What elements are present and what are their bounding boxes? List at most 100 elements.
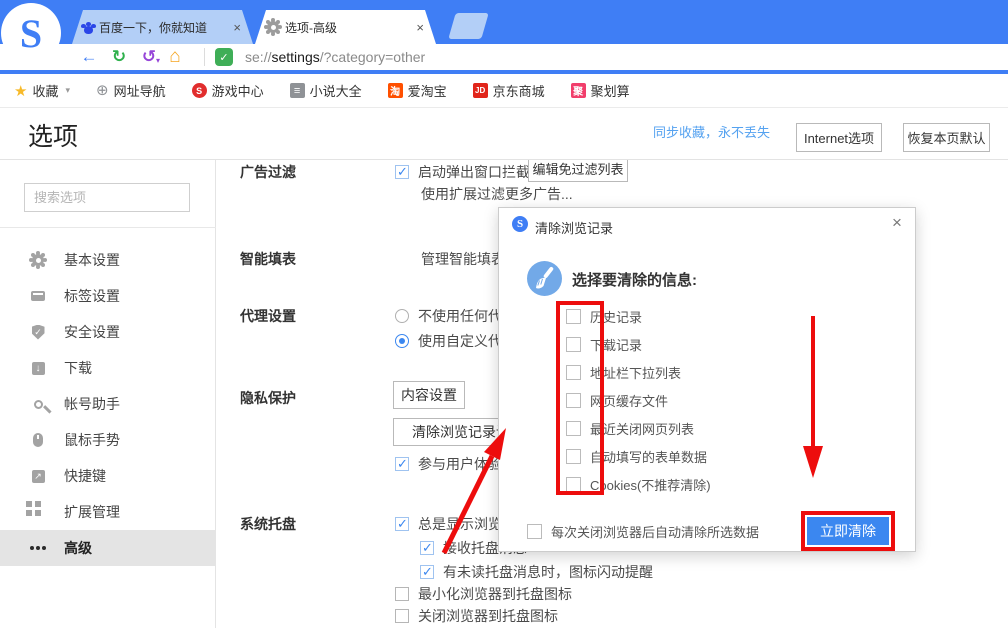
checkbox-auto-clear[interactable] (527, 524, 542, 539)
shield-icon: ✓ (32, 325, 45, 340)
dialog-prompt: 选择要清除的信息: (572, 269, 697, 290)
url-path: /?category=other (320, 49, 425, 65)
checkbox-recent-closed[interactable] (566, 421, 581, 436)
sogou-dialog-icon: S (512, 216, 528, 232)
sync-favorites-link[interactable]: 同步收藏，永不丢失 (653, 122, 770, 141)
section-label-ad-filter: 广告过滤 (240, 162, 296, 182)
checkbox-label: 关闭浏览器到托盘图标 (418, 606, 558, 626)
sidebar-item-shortcuts[interactable]: ↗ 快捷键 (0, 458, 216, 494)
checkbox-label: 网页缓存文件 (590, 391, 668, 410)
checkbox-cookies[interactable] (566, 477, 581, 492)
sidebar-item-advanced[interactable]: 高级 (0, 530, 216, 566)
checkbox-download-history[interactable] (566, 337, 581, 352)
baidu-paw-icon (84, 26, 93, 34)
navigation-toolbar: ← ↻ ↺ ▾ ⌂ ✓ se://settings/?category=othe… (0, 44, 1008, 70)
tab-baidu[interactable]: 百度一下，你就知道 × (72, 10, 253, 44)
bookmarks-bar: ★ 收藏 ▾ ⊕ 网址导航 S 游戏中心 ≡ 小说大全 淘 爱淘宝 JD 京东商… (0, 74, 1008, 108)
bookmark-taobao[interactable]: 淘 爱淘宝 (388, 81, 447, 100)
tab-title: 选项-高级 (285, 19, 408, 36)
checkbox-close-to-tray[interactable] (395, 609, 409, 623)
bookmark-site-nav[interactable]: ⊕ 网址导航 (96, 81, 166, 100)
favorites-menu[interactable]: ★ 收藏 ▾ (14, 81, 70, 100)
tab-title: 百度一下，你就知道 (99, 19, 225, 36)
bookmark-label: 游戏中心 (212, 81, 264, 100)
address-bar[interactable]: se://settings/?category=other (245, 49, 425, 65)
bookmark-game-center[interactable]: S 游戏中心 (192, 81, 264, 100)
refresh-icon[interactable]: ↻ (104, 45, 134, 69)
page-header: 选项 同步收藏，永不丢失 Internet选项 恢复本页默认 (0, 108, 1008, 160)
tab-close-icon[interactable]: × (414, 20, 426, 35)
sidebar-item-download[interactable]: ↓ 下载 (0, 350, 216, 386)
toolbar-separator (204, 48, 205, 66)
tab-close-icon[interactable]: × (231, 20, 243, 35)
checkbox-label: 每次关闭浏览器后自动清除所选数据 (551, 522, 759, 541)
tab-settings-icon (31, 291, 45, 301)
checkbox-label: 有未读托盘消息时，图标闪动提醒 (443, 562, 653, 582)
shortcut-icon: ↗ (32, 470, 45, 483)
globe-icon: ⊕ (96, 83, 109, 98)
sogou-logo: S (1, 3, 61, 63)
search-input[interactable] (24, 183, 190, 212)
checkbox-label: 下载记录 (590, 335, 642, 354)
tray-minimize-row: 最小化浏览器到托盘图标 (395, 584, 572, 604)
bookmark-label: 京东商城 (493, 81, 545, 100)
clear-now-button[interactable]: 立即清除 (807, 517, 889, 545)
link-label: 使用扩展过滤更多广告... (421, 184, 573, 204)
key-icon (34, 400, 43, 409)
restore-defaults-button[interactable]: 恢复本页默认 (903, 123, 990, 152)
bookmark-novels[interactable]: ≡ 小说大全 (290, 81, 362, 100)
checkbox-address-dropdown[interactable] (566, 365, 581, 380)
jd-icon: JD (473, 83, 488, 98)
sidebar-item-tabs[interactable]: 标签设置 (0, 278, 216, 314)
sidebar-item-label: 高级 (64, 538, 92, 558)
dialog-item-downloads: 下载记录 (566, 336, 642, 352)
gear-icon (32, 254, 44, 266)
edit-whitelist-button[interactable]: 编辑免过滤列表 (528, 160, 628, 182)
page-title: 选项 (28, 117, 78, 153)
security-shield-icon[interactable]: ✓ (215, 48, 233, 66)
extension-filter-link[interactable]: 使用扩展过滤更多广告... (421, 184, 573, 204)
checkbox-receive-messages[interactable] (420, 541, 434, 555)
ellipsis-icon (30, 546, 34, 550)
sidebar-item-mouse-gesture[interactable]: 鼠标手势 (0, 422, 216, 458)
dialog-item-form-data: 自动填写的表单数据 (566, 448, 707, 464)
bookmark-juhuasuan[interactable]: 聚 聚划算 (571, 81, 630, 100)
bookmark-label: 聚划算 (591, 81, 630, 100)
sidebar-item-security[interactable]: ✓ 安全设置 (0, 314, 216, 350)
tab-settings[interactable]: 选项-高级 × (255, 10, 436, 44)
checkbox-popup-block[interactable] (395, 165, 409, 179)
checkbox-form-data[interactable] (566, 449, 581, 464)
checkbox-label: 地址栏下拉列表 (590, 363, 681, 382)
sidebar-item-account[interactable]: 帐号助手 (0, 386, 216, 422)
checkbox-history[interactable] (566, 309, 581, 324)
settings-sidebar: 基本设置 标签设置 ✓ 安全设置 ↓ 下载 帐号助手 鼠标手势 (0, 160, 216, 628)
favorites-label: 收藏 (32, 81, 58, 100)
internet-options-button[interactable]: Internet选项 (796, 123, 882, 152)
checkbox-minimize-to-tray[interactable] (395, 587, 409, 601)
checkbox-label: 启动弹出窗口拦截 (418, 162, 530, 182)
checkbox-cache[interactable] (566, 393, 581, 408)
dialog-item-address-dropdown: 地址栏下拉列表 (566, 364, 681, 380)
sidebar-item-extensions[interactable]: 扩展管理 (0, 494, 216, 530)
dialog-item-recent-closed: 最近关闭网页列表 (566, 420, 694, 436)
bookmark-jd[interactable]: JD 京东商城 (473, 81, 545, 100)
home-icon[interactable]: ⌂ (160, 45, 190, 69)
checkbox-unread-flash[interactable] (420, 565, 434, 579)
content-settings-button[interactable]: 内容设置 (393, 381, 465, 409)
manage-smart-form-link[interactable]: 管理智能填表 (421, 249, 505, 269)
radio-custom-proxy[interactable] (395, 334, 409, 348)
novel-icon: ≡ (290, 83, 305, 98)
tray-unread-row: 有未读托盘消息时，图标闪动提醒 (420, 562, 653, 582)
checkbox-ux-improvement[interactable] (395, 457, 409, 471)
new-tab-button[interactable] (448, 13, 488, 39)
divider (0, 227, 216, 228)
chevron-down-icon: ▾ (65, 85, 70, 96)
radio-no-proxy[interactable] (395, 309, 409, 323)
dialog-item-history: 历史记录 (566, 308, 642, 324)
bookmark-label: 网址导航 (114, 81, 166, 100)
sidebar-item-label: 鼠标手势 (64, 430, 120, 450)
close-icon[interactable]: × (892, 213, 902, 233)
sidebar-item-basic[interactable]: 基本设置 (0, 242, 216, 278)
back-icon[interactable]: ← (74, 45, 104, 69)
checkbox-always-show-tray[interactable] (395, 517, 409, 531)
